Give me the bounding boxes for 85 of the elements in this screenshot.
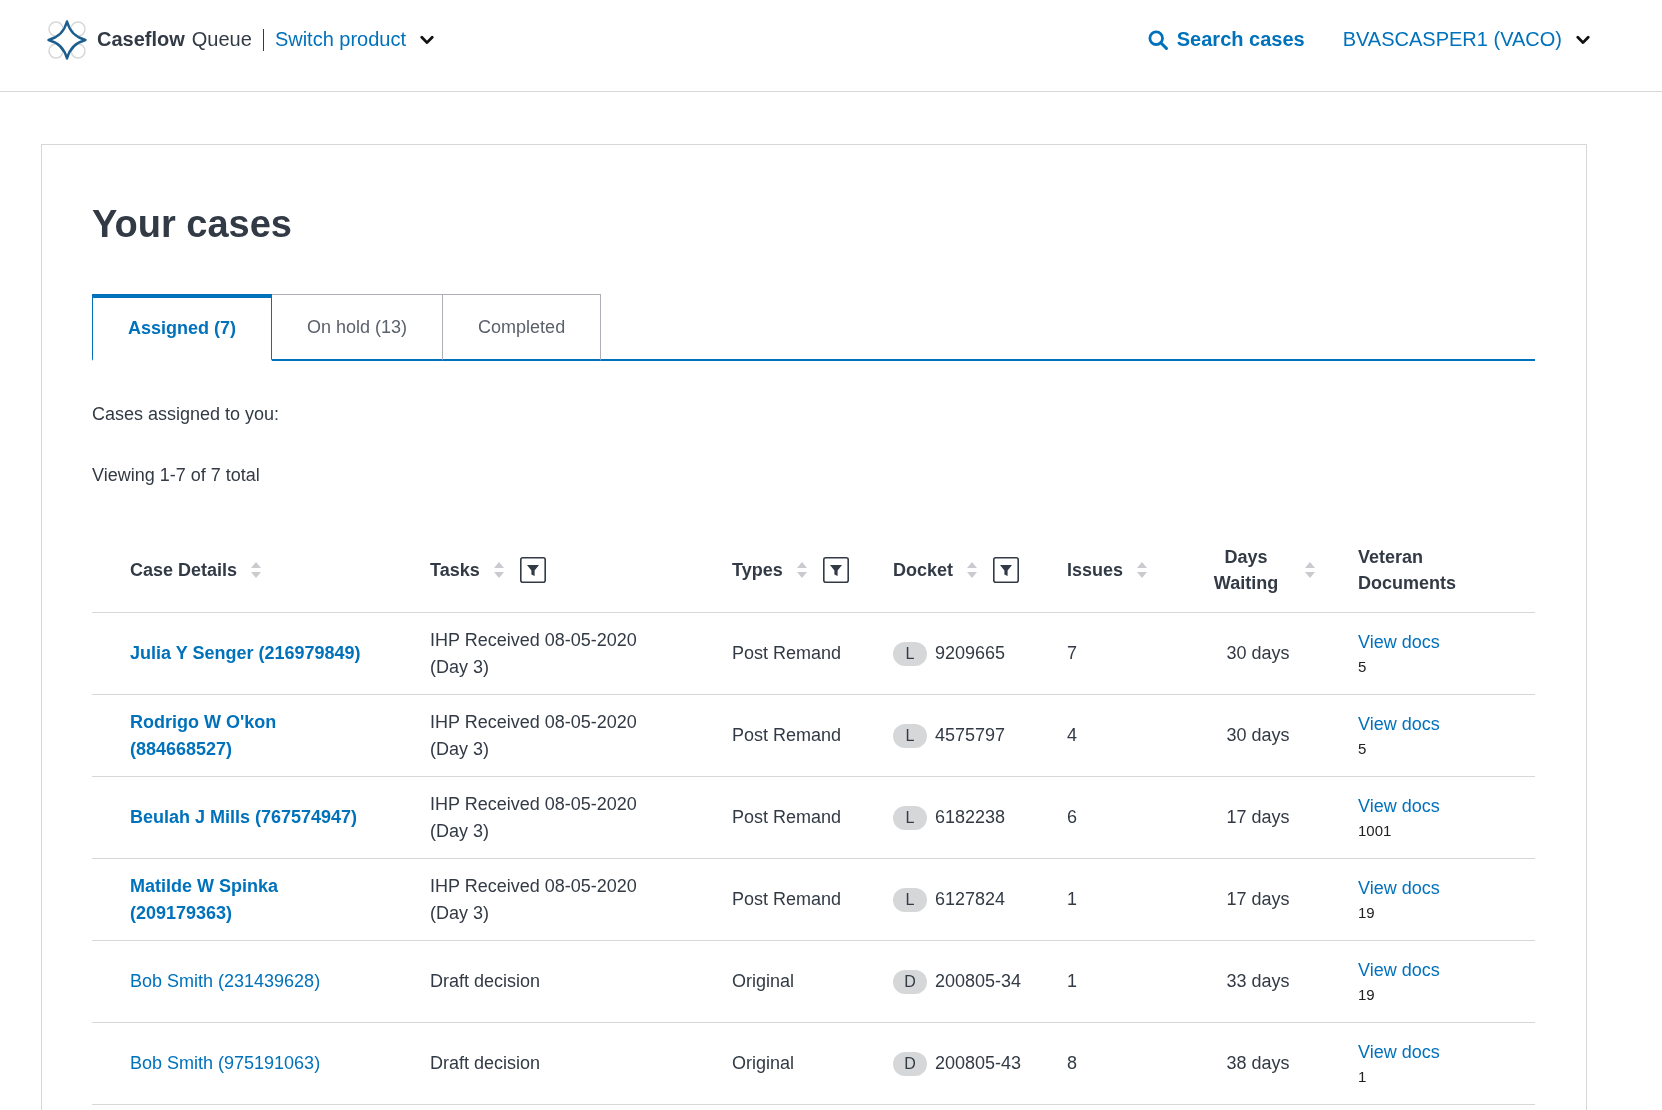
days-waiting-text: 33 days	[1226, 971, 1290, 991]
document-count: 5	[1358, 739, 1367, 759]
view-docs-link[interactable]: View docs	[1358, 629, 1440, 656]
switch-product-button[interactable]: Switch product	[274, 28, 435, 51]
days-waiting-text: 17 days	[1226, 807, 1290, 827]
view-docs-link[interactable]: View docs	[1358, 875, 1440, 902]
task-text: Draft decision	[430, 1052, 541, 1075]
docket-type-badge: L	[893, 887, 927, 912]
tab[interactable]: Assigned (7)	[92, 294, 273, 361]
issue-count: 1	[1067, 971, 1077, 991]
chevron-down-icon	[1576, 34, 1590, 45]
column-header: Issues	[1067, 559, 1124, 582]
tab[interactable]: Completed	[443, 294, 602, 361]
docket-type-badge: L	[893, 723, 927, 748]
task-text: IHP Received 08-05-2020 (Day 3)	[430, 792, 638, 843]
document-count: 19	[1358, 985, 1375, 1005]
search-cases-link[interactable]: Search cases	[1147, 28, 1305, 51]
intro-text: Cases assigned to you:	[92, 403, 280, 426]
document-count: 1001	[1358, 821, 1392, 841]
filter-icon[interactable]	[822, 557, 849, 583]
document-count: 1	[1358, 1067, 1367, 1087]
case-link[interactable]: Matilde W Spinka (209179363)	[130, 872, 370, 927]
case-type-text: Post Remand	[732, 807, 842, 827]
search-icon	[1147, 29, 1168, 50]
filter-icon[interactable]	[519, 557, 546, 583]
case-link[interactable]: Beulah J Mills (767574947)	[130, 804, 358, 831]
sort-icon[interactable]	[251, 561, 262, 579]
days-waiting-text: 30 days	[1226, 643, 1290, 663]
task-text: IHP Received 08-05-2020 (Day 3)	[430, 874, 638, 925]
days-waiting-text: 38 days	[1226, 1053, 1290, 1073]
issue-count: 8	[1067, 1053, 1077, 1073]
document-count: 19	[1358, 903, 1375, 923]
case-link[interactable]: Bob Smith (975191063)	[130, 1050, 321, 1077]
results-count-text: Viewing 1-7 of 7 total	[92, 464, 260, 487]
view-docs-link[interactable]: View docs	[1358, 1039, 1440, 1066]
column-header: Docket	[893, 559, 954, 582]
issue-count: 6	[1067, 807, 1077, 827]
sort-icon[interactable]	[967, 561, 978, 579]
sort-icon[interactable]	[493, 561, 504, 579]
sort-icon[interactable]	[1305, 561, 1315, 579]
task-text: IHP Received 08-05-2020 (Day 3)	[430, 710, 638, 761]
case-type-text: Post Remand	[732, 643, 842, 663]
case-type-text: Post Remand	[732, 725, 842, 745]
docket-number: 4575797	[935, 724, 1006, 747]
sort-icon[interactable]	[796, 561, 807, 579]
days-waiting-text: 30 days	[1226, 725, 1290, 745]
issue-count: 1	[1067, 889, 1077, 909]
case-link[interactable]: Julia Y Senger (216979849)	[130, 640, 361, 667]
case-link[interactable]: Rodrigo W O'kon (884668527)	[130, 708, 370, 763]
app-section-name: Queue	[191, 28, 252, 51]
docket-number: 200805-34	[935, 970, 1022, 993]
column-header: Veteran Documents	[1358, 546, 1457, 595]
chevron-down-icon	[420, 34, 435, 45]
column-header: Types	[732, 559, 783, 582]
column-header: Tasks	[430, 559, 480, 582]
tab[interactable]: On hold (13)	[272, 294, 444, 361]
issue-count: 4	[1067, 725, 1077, 745]
docket-number: 200805-43	[935, 1052, 1022, 1075]
sort-icon[interactable]	[1137, 561, 1148, 579]
docket-number: 6182238	[935, 806, 1006, 829]
case-type-text: Original	[732, 1053, 795, 1073]
docket-type-badge: D	[893, 969, 927, 994]
view-docs-link[interactable]: View docs	[1358, 711, 1440, 738]
column-header: Case Details	[130, 559, 238, 582]
column-header: Days Waiting	[1212, 546, 1280, 595]
view-docs-link[interactable]: View docs	[1358, 957, 1440, 984]
docket-type-badge: L	[893, 805, 927, 830]
app-name: Caseflow	[97, 28, 185, 51]
view-docs-link[interactable]: View docs	[1358, 793, 1440, 820]
case-type-text: Original	[732, 971, 795, 991]
document-count: 5	[1358, 657, 1367, 677]
docket-number: 6127824	[935, 888, 1006, 911]
user-menu-button[interactable]: BVASCASPER1 (VACO)	[1342, 28, 1590, 51]
days-waiting-text: 17 days	[1226, 889, 1290, 909]
task-text: Draft decision	[430, 970, 541, 993]
docket-type-badge: D	[893, 1051, 927, 1076]
task-text: IHP Received 08-05-2020 (Day 3)	[430, 628, 638, 679]
docket-type-badge: L	[893, 641, 927, 666]
page-title: Your cases	[92, 202, 292, 247]
docket-number: 9209665	[935, 642, 1006, 665]
case-link[interactable]: Bob Smith (231439628)	[130, 968, 321, 995]
issue-count: 7	[1067, 643, 1077, 663]
case-type-text: Post Remand	[732, 889, 842, 909]
logo-icon	[46, 18, 88, 61]
filter-icon[interactable]	[993, 557, 1020, 583]
